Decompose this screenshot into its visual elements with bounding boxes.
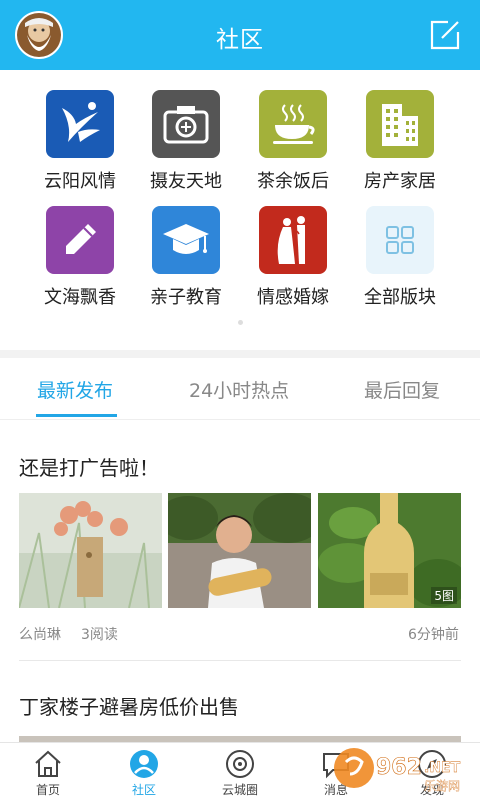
forum-label: 茶余饭后 [257,171,329,192]
tab-24h-hot[interactable]: 24小时热点 [189,376,289,403]
forum-real-estate[interactable]: 房产家居 [345,90,455,193]
nav-community[interactable]: 社区 [96,743,192,800]
watermark-subtitle: 乐游网 [424,779,460,793]
post-image-flowers[interactable] [19,493,162,608]
graduation-cap-icon [152,206,220,274]
page-title: 社区 [216,27,264,53]
forum-label: 云阳风情 [44,171,116,192]
community-icon [130,750,158,778]
post-time: 6分钟前 [408,627,459,643]
forum-label: 房产家居 [364,171,436,192]
compose-icon[interactable] [428,18,462,52]
post-read-count: 3阅读 [81,627,118,643]
forum-label: 文海飘香 [44,287,116,308]
forum-marriage[interactable]: 情感婚嫁 [238,206,348,309]
circle-icon [226,750,254,778]
forum-literature[interactable]: 文海飘香 [25,206,135,309]
tab-last-reply[interactable]: 最后回复 [364,376,440,403]
page-indicator [238,320,243,325]
couple-icon [259,206,327,274]
forum-all-sections[interactable]: 全部版块 [345,206,455,309]
home-icon [35,750,61,777]
top-bar: 社区 [0,0,480,70]
grid-icon [366,206,434,274]
forum-label: 情感婚嫁 [257,287,329,308]
forum-tea-talk[interactable]: 茶余饭后 [238,90,348,193]
tab-latest[interactable]: 最新发布 [37,376,113,403]
nav-label: 首页 [35,783,60,797]
pencil-icon [46,206,114,274]
watermark-suffix: .NET [424,760,461,776]
building-icon [366,90,434,158]
post-author[interactable]: 么尚琳 [19,624,61,644]
tea-cup-icon [259,90,327,158]
forum-grid: 云阳风情 摄友天地 茶余饭后 房产家居 文海飘香 亲子教育 情感婚嫁 全部版块 [0,70,480,350]
watermark-number: 962 [376,755,422,780]
forum-photography[interactable]: 摄友天地 [131,90,241,193]
post-image-bottle[interactable]: 5图 [318,493,461,608]
forum-yunyang[interactable]: 云阳风情 [25,90,135,193]
site-watermark: 962 .NET 乐游网 [334,748,461,793]
tab-indicator [36,414,117,417]
post-title[interactable]: 丁家楼子避暑房低价出售 [19,691,239,720]
image-count-badge: 5图 [431,587,457,604]
camera-icon [152,90,220,158]
nav-home[interactable]: 首页 [0,743,96,800]
forum-label: 亲子教育 [150,287,222,308]
nav-label: 云城圈 [221,783,258,797]
feed-tabs: 最新发布 24小时热点 最后回复 [0,358,480,420]
forum-label: 全部版块 [364,287,436,308]
forum-parenting[interactable]: 亲子教育 [131,206,241,309]
yunyang-logo-icon [46,90,114,158]
nav-yuncheng-circle[interactable]: 云城圈 [192,743,288,800]
post-image-child[interactable] [168,493,311,608]
forum-label: 摄友天地 [150,171,222,192]
post-title[interactable]: 还是打广告啦！ [19,452,159,481]
section-separator [0,350,480,358]
post-divider [19,660,461,661]
nav-label: 社区 [131,783,156,797]
